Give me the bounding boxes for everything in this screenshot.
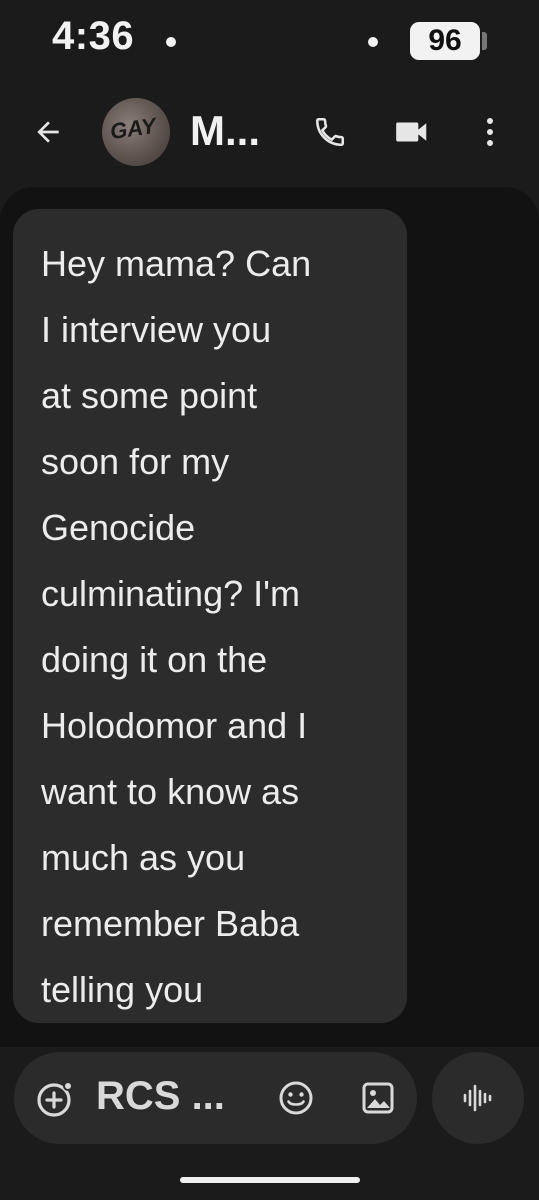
more-vert-icon	[487, 118, 493, 146]
status-bar: 4:36 96	[0, 0, 539, 80]
contact-name[interactable]: M...	[190, 107, 260, 155]
notification-dot-icon	[166, 37, 176, 47]
video-call-button[interactable]	[392, 112, 432, 152]
phone-icon	[315, 117, 345, 147]
voice-wave-icon	[463, 1084, 492, 1112]
avatar[interactable]: GAY	[102, 98, 170, 166]
avatar-label: GAY	[108, 112, 158, 145]
arrow-back-icon	[37, 121, 59, 143]
back-button[interactable]	[28, 112, 68, 152]
more-options-button[interactable]	[470, 112, 510, 152]
add-attachment-button[interactable]	[34, 1078, 76, 1120]
conversation-header: GAY M...	[0, 92, 539, 180]
battery-level: 96	[410, 22, 480, 60]
emoji-icon	[279, 1081, 313, 1115]
video-camera-icon	[396, 122, 427, 142]
battery-icon	[482, 32, 487, 50]
voice-message-button[interactable]	[432, 1052, 524, 1144]
image-icon	[362, 1082, 394, 1114]
message-input[interactable]: RCS ...	[96, 1074, 225, 1119]
home-indicator[interactable]	[180, 1177, 360, 1183]
notification-dot-icon	[368, 37, 378, 47]
add-circle-icon	[37, 1081, 73, 1117]
gallery-button[interactable]	[358, 1078, 398, 1118]
call-button[interactable]	[310, 112, 350, 152]
emoji-button[interactable]	[276, 1078, 316, 1118]
status-time: 4:36	[52, 14, 135, 58]
incoming-message-bubble[interactable]: Hey mama? Can I interview you at some po…	[13, 209, 407, 1023]
compose-bar: RCS ...	[14, 1052, 417, 1144]
message-text: Hey mama? Can I interview you at some po…	[41, 243, 312, 1010]
